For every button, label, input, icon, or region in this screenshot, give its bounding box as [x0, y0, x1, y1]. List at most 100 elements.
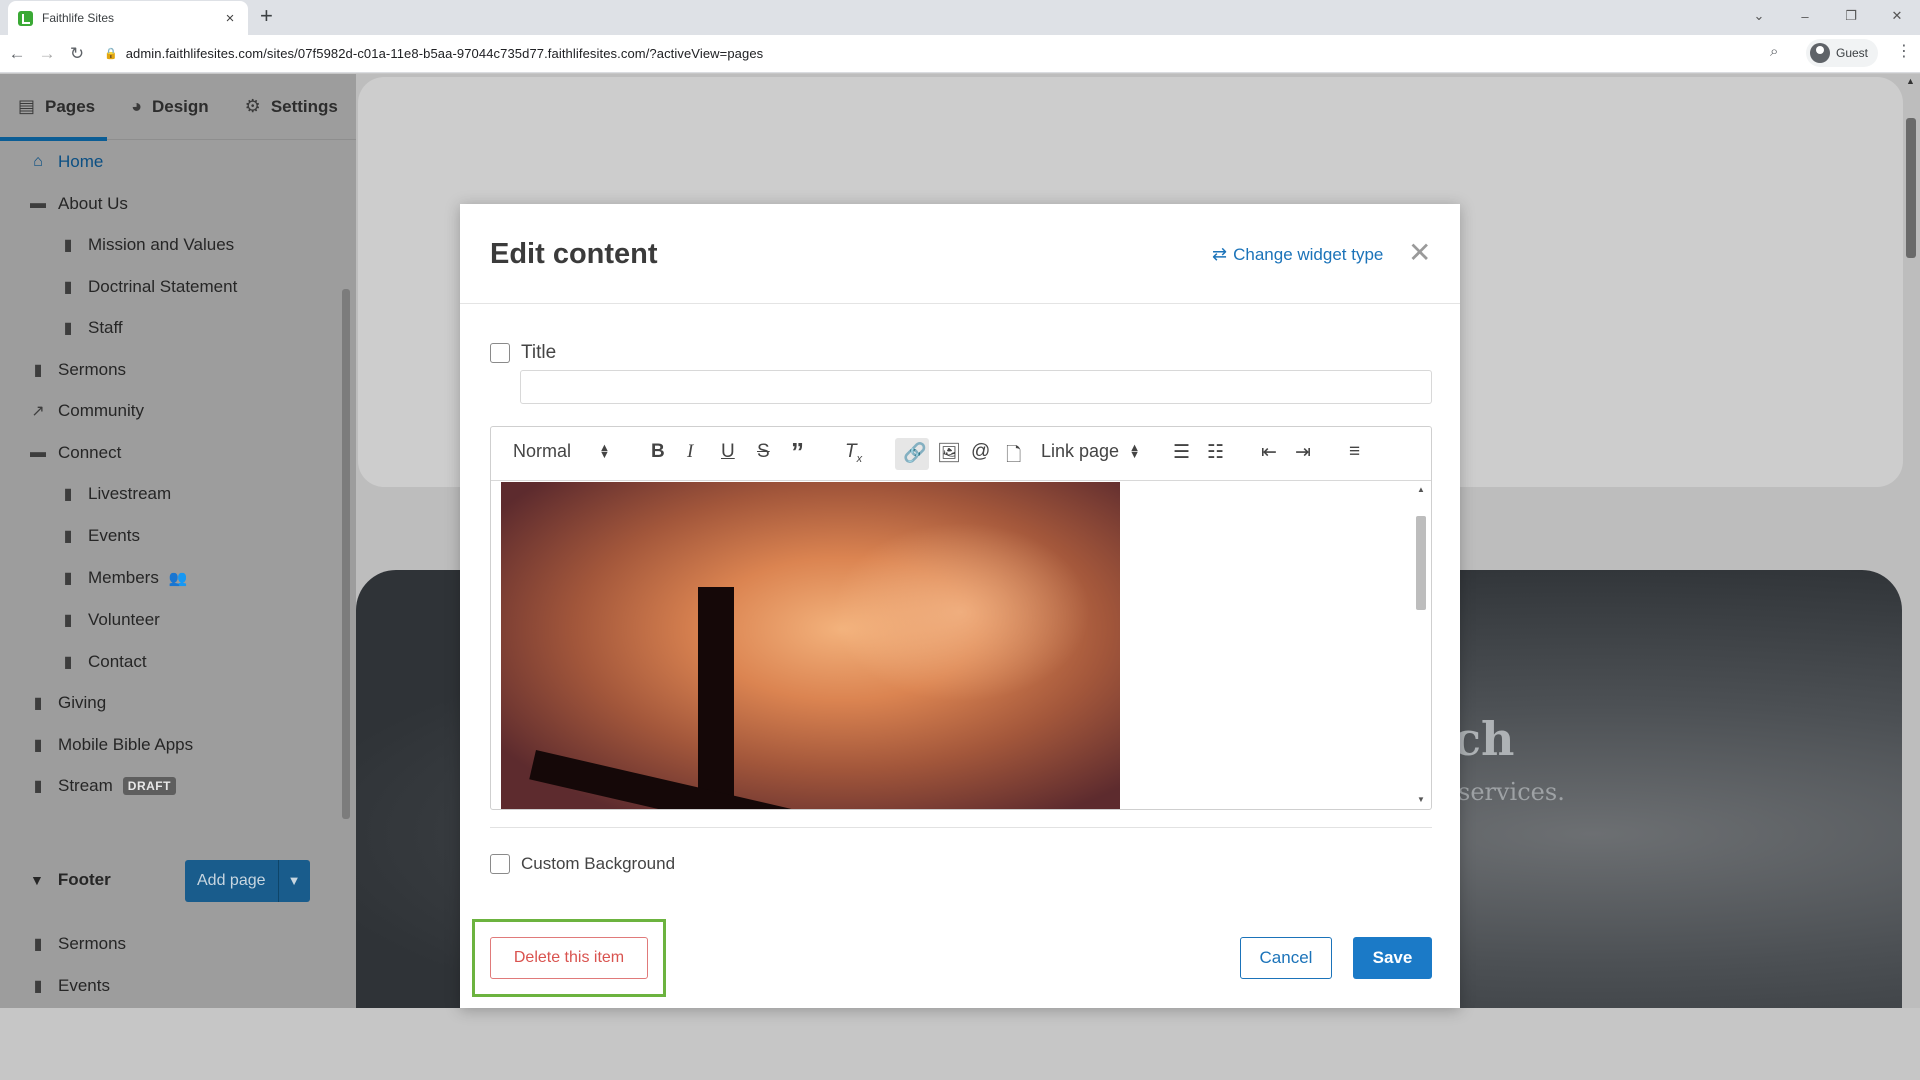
zoom-icon[interactable]: ⌕ [1770, 43, 1778, 60]
sidebar-item-label: Events [88, 526, 140, 545]
scroll-up-icon[interactable]: ▲ [1906, 76, 1915, 86]
close-icon[interactable]: ✕ [1408, 236, 1431, 269]
sidebar-item-community[interactable]: ↗ Community [28, 401, 144, 421]
new-tab-button[interactable]: + [260, 3, 273, 29]
sidebar-item-stream[interactable]: ▮ Stream DRAFT [28, 776, 176, 796]
sidebar-item-label: Livestream [88, 484, 172, 503]
sidebar-item-members[interactable]: ▮ Members 👥 [58, 568, 188, 588]
sidebar-item-staff[interactable]: ▮ Staff [58, 318, 123, 338]
sidebar-item-livestream[interactable]: ▮ Livestream [58, 484, 172, 504]
link-page-select[interactable]: Link page ▲ ▼ [1041, 441, 1140, 462]
swap-icon: ⇄ [1212, 244, 1228, 264]
custom-background-row[interactable]: Custom Background [490, 854, 675, 874]
window-close-icon[interactable]: ✕ [1874, 8, 1920, 24]
chevron-down-icon: ▼ [30, 872, 44, 888]
tab-pages[interactable]: ▤ Pages [18, 96, 95, 117]
scroll-up-icon[interactable]: ▲ [1417, 485, 1425, 494]
bold-icon[interactable]: B [651, 441, 665, 463]
change-widget-type-link[interactable]: ⇄ Change widget type [1212, 244, 1383, 265]
footer-item-sermons[interactable]: ▮ Sermons [28, 934, 126, 954]
tab-label: Design [151, 96, 209, 116]
forward-icon[interactable]: → [34, 44, 60, 64]
file-icon: ▮ [33, 936, 43, 953]
clear-format-icon[interactable]: Tx [845, 441, 862, 465]
custom-background-checkbox[interactable] [490, 854, 510, 874]
address-bar: ← → ↻ 🔒 admin.faithlifesites.com/sites/0… [0, 35, 1920, 73]
link-icon[interactable]: 🔗 [903, 441, 927, 465]
footer-item-events[interactable]: ▮ Events [28, 976, 110, 996]
cancel-button[interactable]: Cancel [1240, 937, 1332, 979]
sidebar-item-mission-and-values[interactable]: ▮ Mission and Values [58, 235, 235, 255]
profile-button[interactable]: Guest [1806, 39, 1879, 67]
file-icon: ▮ [33, 737, 43, 754]
sidebar-item-connect[interactable]: ▬ Connect [28, 443, 121, 463]
save-button[interactable]: Save [1353, 937, 1432, 979]
file-icon: ▮ [63, 486, 73, 503]
ordered-list-icon[interactable]: ☰ [1173, 441, 1190, 464]
rich-text-editor: Normal ▲ ▼ B I U S ” Tx 🔗 🖼 @ 🗋 Link page… [490, 426, 1432, 810]
cross-horizontal-beam [529, 750, 829, 809]
restore-icon[interactable]: ❐ [1828, 8, 1874, 24]
sidebar-item-doctrinal-statement[interactable]: ▮ Doctrinal Statement [58, 277, 238, 297]
sidebar-item-label: About Us [58, 194, 128, 213]
select-arrows-icon: ▲ ▼ [599, 441, 610, 461]
editor-scroll-thumb[interactable] [1416, 516, 1426, 610]
sidebar-item-mobile-bible-apps[interactable]: ▮ Mobile Bible Apps [28, 735, 194, 755]
sidebar-item-home[interactable]: ⌂ Home [28, 152, 103, 172]
delete-item-button[interactable]: Delete this item [490, 937, 648, 979]
file-icon: ▮ [33, 978, 43, 995]
title-checkbox[interactable] [490, 343, 510, 363]
underline-icon[interactable]: U [721, 441, 735, 463]
bottom-strip [0, 1008, 1920, 1080]
url-field[interactable]: 🔒 admin.faithlifesites.com/sites/07f5982… [100, 40, 1760, 68]
align-icon[interactable]: ≡ [1349, 441, 1360, 463]
indent-icon[interactable]: ⇥ [1295, 441, 1311, 464]
format-select[interactable]: Normal ▲ ▼ [513, 441, 610, 462]
title-input[interactable] [520, 370, 1432, 404]
sidebar-item-volunteer[interactable]: ▮ Volunteer [58, 610, 160, 630]
title-checkbox-row[interactable]: Title [490, 342, 556, 364]
bullet-list-icon[interactable]: ☷ [1207, 441, 1224, 464]
file-icon: ▮ [63, 237, 73, 254]
select-arrows-icon: ▲ ▼ [1129, 441, 1140, 461]
browser-tab[interactable]: Faithlife Sites × [8, 1, 248, 35]
add-page-dropdown-icon[interactable]: ▼ [277, 860, 310, 902]
editor-content[interactable]: ▲ ▼ [491, 482, 1431, 809]
document-icon[interactable]: 🗋 [1006, 441, 1021, 473]
modal-title: Edit content [490, 238, 658, 270]
format-select-value: Normal [513, 441, 572, 461]
file-icon: ▮ [63, 570, 73, 587]
tab-search-icon[interactable]: ⌄ [1736, 8, 1782, 24]
page-scrollbar[interactable] [1906, 118, 1916, 258]
file-icon: ▮ [33, 778, 43, 795]
sidebar-item-about-us[interactable]: ▬ About Us [28, 194, 128, 214]
active-tab-indicator [0, 137, 107, 141]
blockquote-icon[interactable]: ” [791, 437, 804, 468]
file-icon: ▮ [63, 320, 73, 337]
outdent-icon[interactable]: ⇤ [1261, 441, 1277, 464]
footer-section-toggle[interactable]: ▼ Footer [30, 870, 111, 890]
back-icon[interactable]: ← [4, 44, 30, 64]
tab-close-icon[interactable]: × [222, 10, 238, 27]
sidebar-item-sermons[interactable]: ▮ Sermons [28, 360, 126, 380]
hero-subtitle: services. [1458, 778, 1565, 806]
tab-settings[interactable]: ⚙ Settings [245, 96, 338, 117]
italic-icon[interactable]: I [687, 441, 693, 463]
url-text: admin.faithlifesites.com/sites/07f5982d-… [125, 46, 764, 61]
reload-icon[interactable]: ↻ [64, 44, 90, 64]
tab-design[interactable]: ◕ Design [131, 96, 209, 117]
home-icon: ⌂ [33, 153, 43, 170]
strikethrough-icon[interactable]: S [757, 441, 770, 463]
attachment-icon[interactable]: @ [971, 441, 990, 463]
sidebar-item-label: Home [58, 152, 104, 171]
scroll-down-icon[interactable]: ▼ [1417, 795, 1425, 804]
minimize-icon[interactable]: – [1782, 9, 1828, 24]
sidebar-item-events[interactable]: ▮ Events [58, 526, 140, 546]
image-icon[interactable]: 🖼 [937, 441, 961, 465]
sidebar-item-giving[interactable]: ▮ Giving [28, 693, 107, 713]
sidebar-scroll-thumb[interactable] [342, 289, 350, 819]
sidebar-item-contact[interactable]: ▮ Contact [58, 652, 147, 672]
browser-tab-bar: Faithlife Sites × + ⌄ – ❐ ✕ [0, 0, 1920, 35]
add-page-button[interactable]: Add page [185, 860, 278, 902]
menu-kebab-icon[interactable]: ⋮ [1896, 41, 1912, 61]
